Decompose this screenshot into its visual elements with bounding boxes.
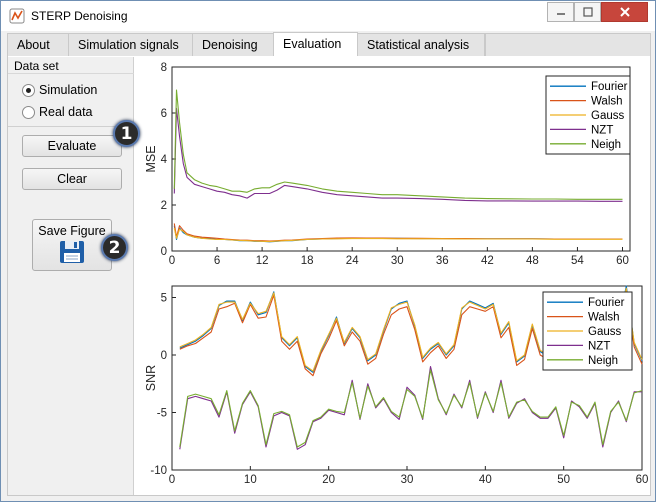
y-tick-label: 0 [161, 246, 167, 258]
app-window: STERP Denoising About Simulation signals… [0, 0, 656, 502]
x-tick-label: 40 [479, 474, 492, 486]
x-tick-label: 24 [346, 255, 359, 267]
legend-label: Walsh [588, 312, 620, 324]
legend-label: Walsh [591, 96, 623, 108]
x-tick-label: 30 [391, 255, 404, 267]
x-tick-label: 48 [526, 255, 539, 267]
y-axis-label: SNR [144, 365, 158, 391]
y-tick-label: 8 [161, 62, 167, 74]
evaluation-plots: 0 6 12 18 24 30 36 42 48 54 6002468MSEFourierWalsh… [144, 62, 649, 486]
y-tick-label: -5 [157, 408, 167, 420]
x-tick-label: 42 [481, 255, 494, 267]
x-tick-label: 0 [169, 474, 175, 486]
x-tick-label: 12 [256, 255, 269, 267]
x-tick-label: 30 [401, 474, 414, 486]
legend-label: NZT [591, 124, 613, 136]
y-tick-label: 4 [161, 154, 168, 166]
x-tick-label: 20 [322, 474, 335, 486]
x-tick-label: 10 [244, 474, 257, 486]
y-tick-label: 2 [161, 200, 167, 212]
legend-label: Fourier [591, 81, 628, 93]
legend-label: Neigh [588, 355, 618, 367]
legend-label: Neigh [591, 139, 621, 151]
legend-label: Fourier [588, 297, 625, 309]
x-tick-label: 36 [436, 255, 449, 267]
legend-label: NZT [588, 340, 610, 352]
y-tick-label: -10 [150, 465, 167, 477]
legend-label: Gauss [588, 326, 621, 338]
x-tick-label: 50 [557, 474, 570, 486]
x-tick-label: 6 [214, 255, 220, 267]
x-tick-label: 60 [636, 474, 649, 486]
x-tick-label: 54 [571, 255, 584, 267]
y-tick-label: 5 [161, 293, 167, 305]
x-tick-label: 0 [169, 255, 175, 267]
x-tick-label: 60 [616, 255, 629, 267]
y-tick-label: 6 [161, 108, 167, 120]
x-tick-label: 18 [301, 255, 314, 267]
y-axis-label: MSE [144, 145, 158, 172]
y-tick-label: 0 [161, 350, 167, 362]
legend-label: Gauss [591, 110, 624, 122]
